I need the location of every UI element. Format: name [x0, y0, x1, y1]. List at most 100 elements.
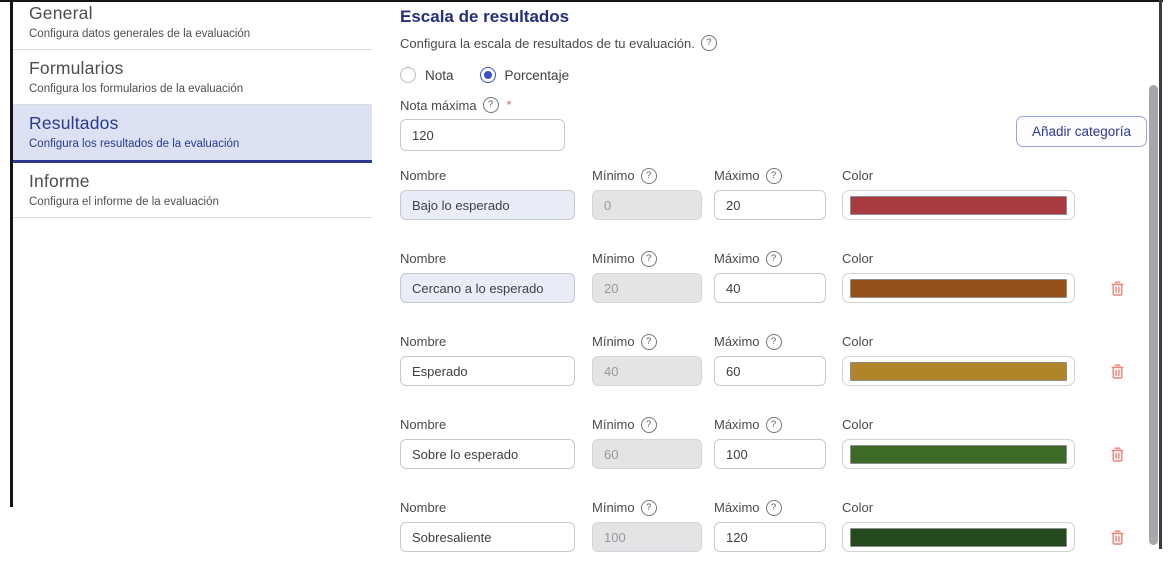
sidebar-item[interactable]: General Configura datos generales de la …: [13, 2, 372, 50]
color-picker-field[interactable]: [842, 522, 1075, 552]
delete-category-button[interactable]: [1110, 363, 1125, 380]
trash-icon: [1110, 529, 1125, 546]
radio-option[interactable]: Porcentaje: [480, 67, 570, 83]
column-header-nombre: Nombre: [400, 251, 575, 266]
category-max-input[interactable]: [714, 439, 826, 469]
help-icon[interactable]: ?: [641, 251, 657, 267]
column-header-text: Mínimo: [592, 334, 635, 349]
color-swatch: [850, 279, 1067, 298]
color-picker-field[interactable]: [842, 439, 1075, 469]
category-row: Nombre Mínimo ? Máximo ? Color: [400, 251, 1147, 303]
category-min-cell: Mínimo ?: [592, 500, 702, 552]
sidebar-item-description: Configura el informe de la evaluación: [29, 196, 356, 209]
delete-category-button[interactable]: [1110, 280, 1125, 297]
column-header-text: Color: [842, 417, 873, 432]
sidebar-item[interactable]: Informe Configura el informe de la evalu…: [13, 163, 372, 218]
max-score-input[interactable]: [400, 119, 565, 151]
column-header-maximo: Máximo ?: [714, 251, 826, 266]
radio-option[interactable]: Nota: [400, 67, 454, 83]
column-header-text: Mínimo: [592, 168, 635, 183]
column-header-minimo: Mínimo ?: [592, 168, 702, 183]
category-row: Nombre Mínimo ? Máximo ? Color: [400, 334, 1147, 386]
color-swatch: [850, 362, 1067, 381]
window-border-right: [1159, 0, 1162, 549]
category-max-cell: Máximo ?: [714, 417, 826, 469]
page-title: Escala de resultados: [400, 7, 1147, 27]
category-max-input[interactable]: [714, 356, 826, 386]
sidebar-item[interactable]: Formularios Configura los formularios de…: [13, 50, 372, 105]
color-picker-field[interactable]: [842, 356, 1075, 386]
category-min-input: [592, 439, 702, 469]
help-icon[interactable]: ?: [483, 97, 499, 113]
category-delete-cell: [1110, 334, 1134, 386]
vertical-scrollbar-thumb[interactable]: [1149, 85, 1158, 545]
sidebar-item-description: Configura los formularios de la evaluaci…: [29, 83, 356, 96]
help-icon[interactable]: ?: [766, 417, 782, 433]
sidebar-item-title: Resultados: [29, 113, 356, 134]
settings-sidebar: General Configura datos generales de la …: [13, 2, 372, 218]
category-max-input[interactable]: [714, 190, 826, 220]
column-header-text: Máximo: [714, 168, 760, 183]
column-header-nombre: Nombre: [400, 417, 575, 432]
delete-category-button[interactable]: [1110, 529, 1125, 546]
column-header-maximo: Máximo ?: [714, 417, 826, 432]
category-rows: Nombre Mínimo ? Máximo ? Color: [400, 168, 1147, 552]
category-delete-cell: [1110, 500, 1134, 552]
category-name-input[interactable]: [400, 439, 575, 469]
category-delete-cell: [1110, 417, 1134, 469]
radio-option-label: Nota: [425, 68, 454, 83]
color-picker-field[interactable]: [842, 190, 1075, 220]
help-icon[interactable]: ?: [641, 334, 657, 350]
column-header-maximo: Máximo ?: [714, 168, 826, 183]
column-header-text: Nombre: [400, 334, 446, 349]
column-header-maximo: Máximo ?: [714, 334, 826, 349]
sidebar-item-title: Informe: [29, 171, 356, 192]
help-icon[interactable]: ?: [766, 251, 782, 267]
column-header-text: Máximo: [714, 251, 760, 266]
help-icon[interactable]: ?: [766, 500, 782, 516]
category-name-cell: Nombre: [400, 417, 575, 469]
column-header-text: Color: [842, 168, 873, 183]
color-picker-field[interactable]: [842, 273, 1075, 303]
category-min-cell: Mínimo ?: [592, 417, 702, 469]
add-category-button[interactable]: Añadir categoría: [1016, 116, 1147, 147]
category-name-input[interactable]: [400, 356, 575, 386]
sidebar-item-description: Configura datos generales de la evaluaci…: [29, 28, 356, 41]
category-name-input[interactable]: [400, 522, 575, 552]
column-header-text: Color: [842, 251, 873, 266]
column-header-text: Color: [842, 500, 873, 515]
sidebar-item-description: Configura los resultados de la evaluació…: [29, 138, 356, 151]
radio-button-icon: [480, 67, 496, 83]
column-header-maximo: Máximo ?: [714, 500, 826, 515]
trash-icon: [1110, 446, 1125, 463]
category-max-cell: Máximo ?: [714, 251, 826, 303]
delete-category-button[interactable]: [1110, 446, 1125, 463]
category-name-cell: Nombre: [400, 251, 575, 303]
help-icon[interactable]: ?: [641, 168, 657, 184]
help-icon[interactable]: ?: [766, 168, 782, 184]
required-asterisk: *: [507, 98, 512, 112]
category-row: Nombre Mínimo ? Máximo ? Color: [400, 168, 1147, 220]
column-header-color: Color: [842, 251, 1075, 266]
help-icon[interactable]: ?: [701, 35, 717, 51]
category-name-input[interactable]: [400, 190, 575, 220]
help-icon[interactable]: ?: [641, 417, 657, 433]
category-max-input[interactable]: [714, 522, 826, 552]
page-subtitle: Configura la escala de resultados de tu …: [400, 35, 1147, 51]
max-score-row: Añadir categoría: [400, 119, 1147, 151]
category-max-input[interactable]: [714, 273, 826, 303]
category-name-input[interactable]: [400, 273, 575, 303]
trash-icon: [1110, 363, 1125, 380]
help-icon[interactable]: ?: [641, 500, 657, 516]
column-header-nombre: Nombre: [400, 334, 575, 349]
column-header-text: Color: [842, 334, 873, 349]
category-min-input: [592, 273, 702, 303]
category-max-cell: Máximo ?: [714, 500, 826, 552]
help-icon[interactable]: ?: [766, 334, 782, 350]
category-color-cell: Color: [842, 417, 1075, 469]
category-name-cell: Nombre: [400, 500, 575, 552]
max-score-label: Nota máxima ? *: [400, 97, 1147, 113]
sidebar-item[interactable]: Resultados Configura los resultados de l…: [13, 105, 372, 163]
column-header-minimo: Mínimo ?: [592, 251, 702, 266]
subtitle-text: Configura la escala de resultados de tu …: [400, 36, 695, 51]
